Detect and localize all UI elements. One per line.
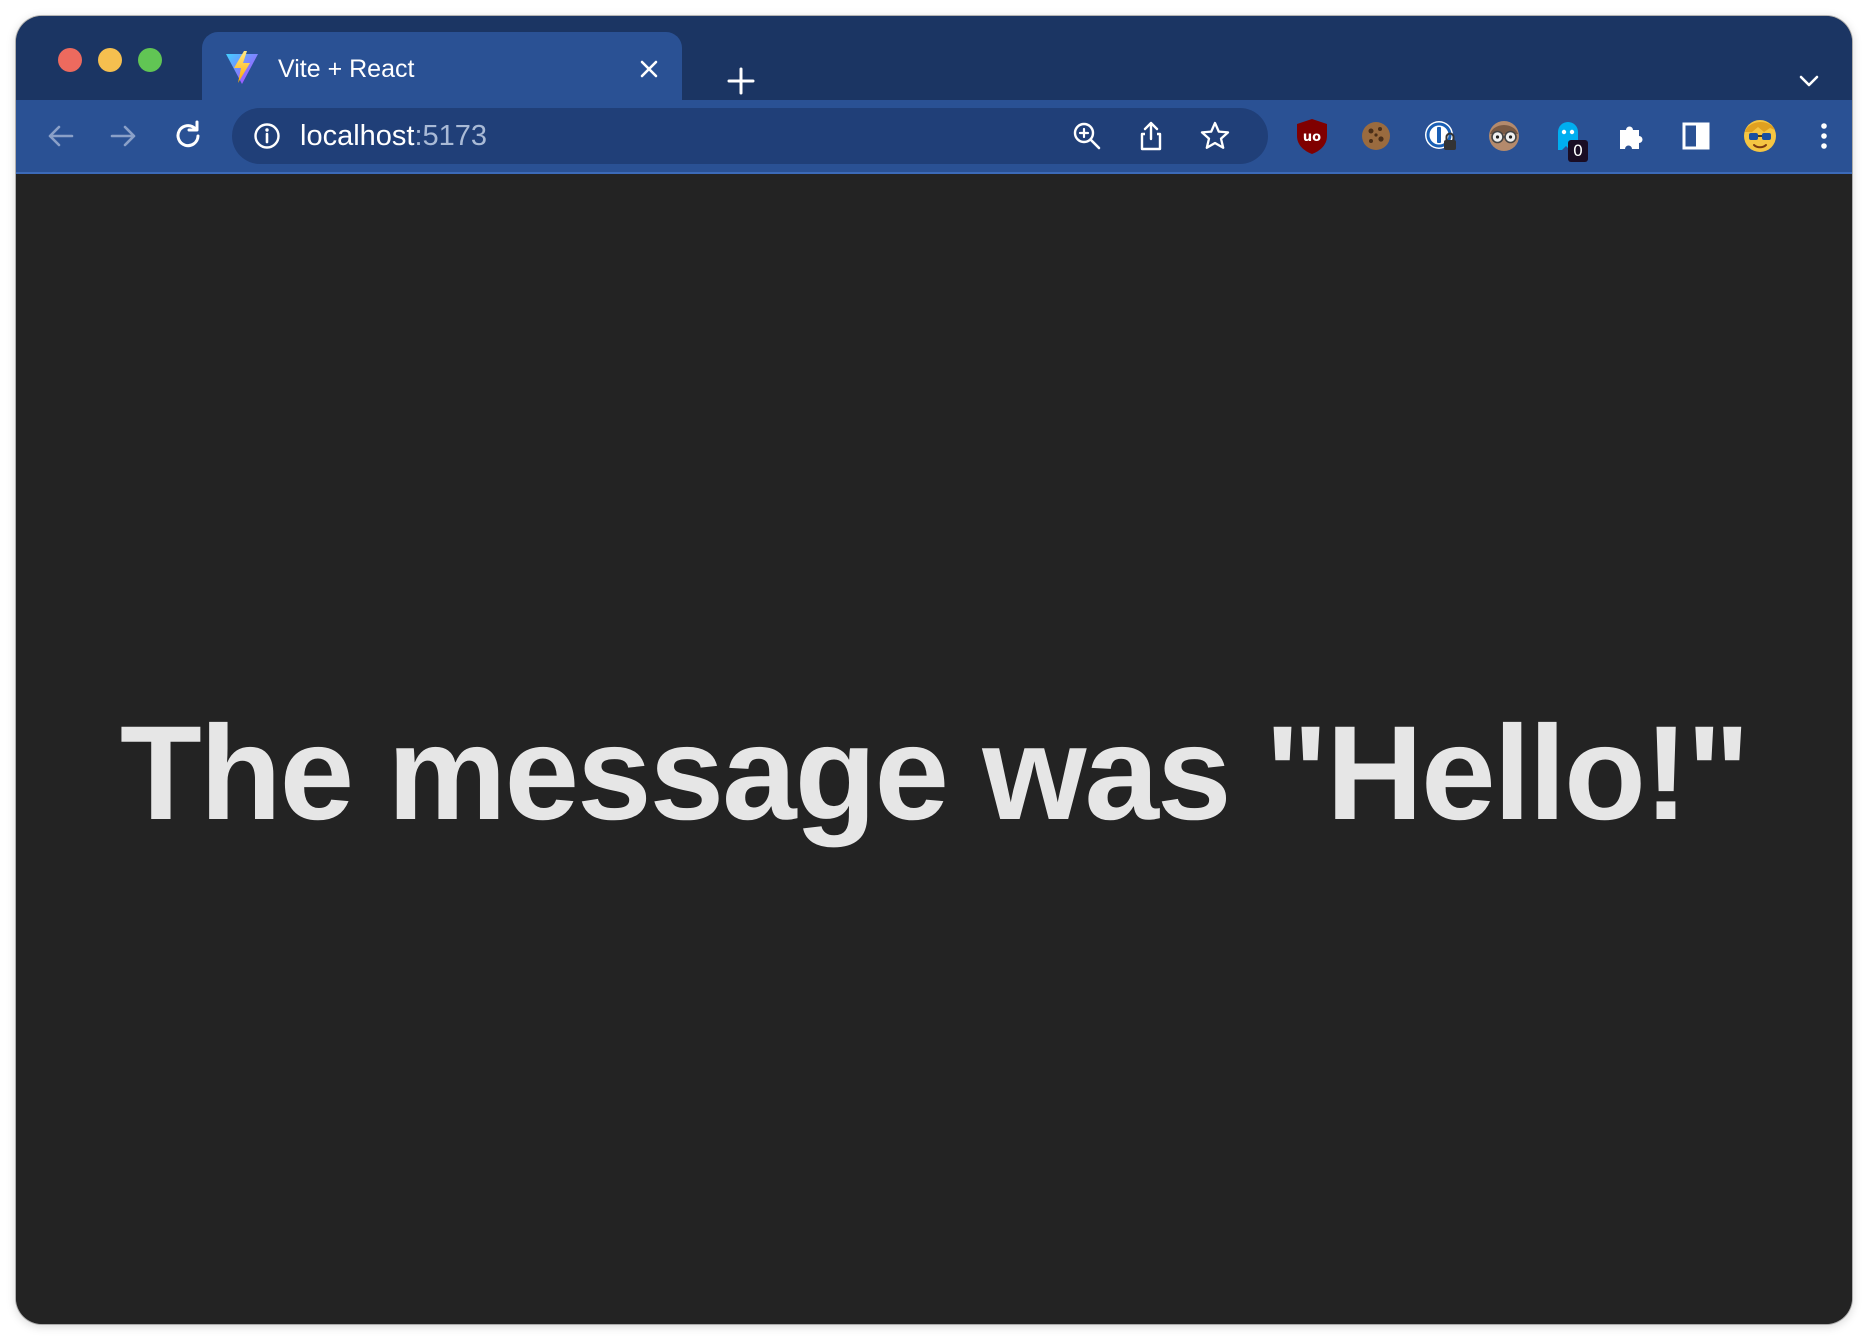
minimize-window-button[interactable]	[98, 48, 122, 72]
forward-arrow-icon[interactable]	[106, 118, 142, 154]
side-panel-icon[interactable]	[1676, 116, 1716, 156]
back-arrow-icon[interactable]	[42, 118, 78, 154]
browser-toolbar: localhost:5173 uo 0	[16, 100, 1852, 174]
page-content: The message was "Hello!"	[16, 174, 1852, 1324]
url-text[interactable]: localhost:5173	[300, 119, 487, 153]
chevron-down-icon[interactable]	[1796, 68, 1822, 94]
tab-title: Vite + React	[278, 55, 415, 83]
puzzle-extensions-icon[interactable]	[1612, 116, 1652, 156]
bookmark-star-icon[interactable]	[1198, 119, 1232, 153]
url-port: :5173	[414, 120, 488, 152]
address-bar[interactable]: localhost:5173	[232, 108, 1268, 164]
svg-text:uo: uo	[1303, 130, 1321, 145]
zoom-icon[interactable]	[1070, 119, 1104, 153]
ghostery-extension[interactable]: 0	[1548, 116, 1588, 162]
browser-window: Vite + React localhost:5173 uo 0 The mes…	[16, 16, 1852, 1324]
tab-close-icon[interactable]	[634, 54, 664, 84]
vite-logo-icon	[226, 51, 258, 84]
new-tab-icon[interactable]	[724, 64, 758, 98]
glasses-face-icon[interactable]	[1484, 116, 1524, 156]
cookie-icon[interactable]	[1356, 116, 1396, 156]
more-menu-icon[interactable]	[1804, 116, 1844, 156]
maximize-window-button[interactable]	[138, 48, 162, 72]
tab-strip: Vite + React	[16, 16, 1852, 116]
reload-icon[interactable]	[170, 118, 206, 154]
profile-avatar-icon[interactable]	[1740, 116, 1780, 156]
page-message: The message was "Hello!"	[119, 699, 1750, 848]
site-info-icon[interactable]	[252, 121, 282, 151]
ghostery-badge: 0	[1568, 140, 1588, 162]
onepassword-icon[interactable]	[1420, 116, 1460, 156]
share-icon[interactable]	[1134, 119, 1168, 153]
ublock-origin-icon[interactable]: uo	[1292, 116, 1332, 156]
close-window-button[interactable]	[58, 48, 82, 72]
url-host: localhost	[300, 120, 415, 152]
